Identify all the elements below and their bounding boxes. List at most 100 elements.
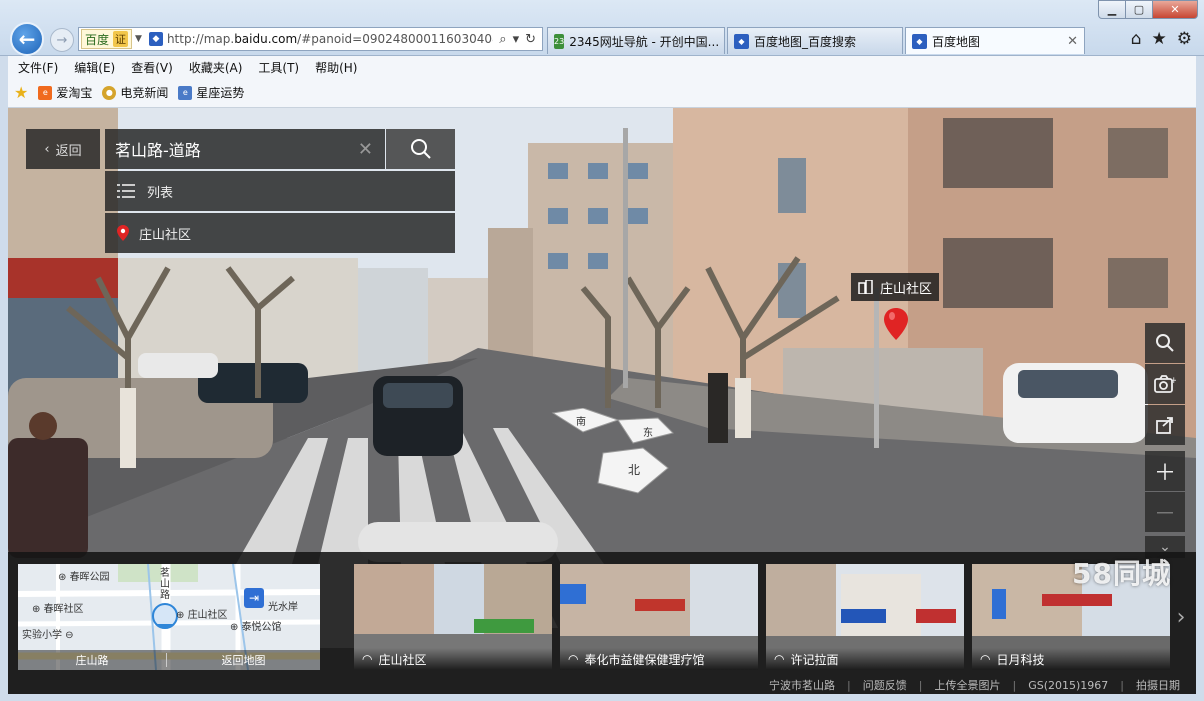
window-controls: ▁ ▢ ✕ [1098, 0, 1198, 20]
back-to-map-button[interactable]: 返回地图 [167, 652, 320, 668]
close-window-button[interactable]: ✕ [1152, 0, 1198, 19]
divider: | [1120, 678, 1124, 692]
zoom-in-button[interactable]: ＋ [1145, 451, 1185, 491]
minimap-label-community: ⊕ 春晖社区 [32, 604, 84, 615]
svg-text:+: + [1170, 376, 1176, 386]
panorama-icon: ◠ [362, 652, 373, 666]
baidu-paw-icon: ◆ [148, 32, 163, 46]
list-button[interactable]: 列表 [105, 171, 455, 211]
tab-label: 百度地图_百度搜索 [754, 34, 857, 49]
lion-icon: ● [102, 85, 117, 100]
url-text[interactable]: http://map.baidu.com/#panoid=09024800011… [167, 32, 493, 46]
menu-tools[interactable]: 工具(T) [258, 59, 299, 76]
maximize-button[interactable]: ▢ [1125, 0, 1153, 19]
search-button[interactable] [386, 129, 455, 169]
menu-favorites[interactable]: 收藏夹(A) [189, 59, 243, 76]
menu-edit[interactable]: 编辑(E) [74, 59, 115, 76]
menu-help[interactable]: 帮助(H) [315, 59, 357, 76]
minimap-label-guangshui: 光水岸 [268, 602, 298, 613]
thumbnail-caption-text: 日月科技 [996, 652, 1045, 667]
back-nav-button[interactable]: ← [10, 22, 44, 56]
minimap-label-zhuangshan: ⊕ 庄山社区 [176, 610, 228, 621]
list-label: 列表 [147, 185, 174, 201]
thumbnail-caption: ◠ 许记拉面 [766, 648, 964, 670]
feedback-link[interactable]: 问题反馈 [863, 677, 907, 693]
page-icon: e [38, 85, 53, 100]
fav-item-aitaobao[interactable]: e 爱淘宝 [38, 84, 92, 101]
chevron-down-icon[interactable]: ▾ [513, 32, 520, 47]
baidu-paw-icon: ◆ [734, 33, 749, 49]
chevron-down-icon[interactable]: ▼ [135, 34, 142, 44]
building-icon [858, 280, 873, 294]
close-tab-icon[interactable]: ✕ [1059, 34, 1078, 49]
zoom-search-button[interactable] [1145, 323, 1185, 363]
poi-label[interactable]: 庄山社区 [851, 273, 939, 301]
gear-icon[interactable]: ⚙ [1177, 29, 1192, 49]
menu-file[interactable]: 文件(F) [18, 59, 58, 76]
fav-item-esports[interactable]: ● 电竞新闻 [102, 84, 168, 101]
site-2345-icon: 23 [554, 33, 565, 49]
forward-nav-button[interactable]: → [50, 28, 74, 52]
fav-item-horoscope[interactable]: e 星座运势 [178, 84, 244, 101]
panorama-icon: ◠ [774, 652, 785, 666]
minimap-label-school: 实验小学 ⊖ [22, 630, 74, 641]
minimize-button[interactable]: ▁ [1098, 0, 1126, 19]
map-pin-icon [117, 225, 129, 241]
screenshot-button[interactable]: + [1145, 364, 1185, 404]
tab-label: 百度地图 [932, 34, 981, 49]
direction-arrows[interactable]: 南 东 北 [548, 408, 688, 498]
camera-icon: + [1154, 375, 1176, 393]
minus-icon: － [1153, 502, 1176, 527]
minimap-label-road: 茗山路 [160, 568, 170, 601]
favorites-star-icon[interactable]: ★ [14, 83, 28, 102]
license-number[interactable]: GS(2015)1967 [1028, 679, 1108, 692]
favorites-star-icon[interactable]: ★ [1152, 29, 1167, 49]
share-icon [1156, 417, 1173, 434]
next-thumbnails-button[interactable]: › [1170, 564, 1192, 670]
thumbnail-2[interactable]: ◠ 奉化市益健保健理疗馆 [560, 564, 758, 670]
page-icon: e [178, 85, 193, 100]
minimap-street-name: 庄山路 [75, 654, 109, 667]
arrow-label-north: 北 [628, 463, 640, 477]
poi-label-text: 庄山社区 [879, 281, 932, 297]
menu-bar: 文件(F) 编辑(E) 查看(V) 收藏夹(A) 工具(T) 帮助(H) [8, 56, 1196, 78]
minimap[interactable]: ⊛ 春晖公园 ⊕ 春晖社区 实验小学 ⊖ 茗山路 ⊕ 庄山社区 光水岸 ⊕ 泰悦… [18, 564, 320, 670]
badge-cert: 证 [113, 31, 129, 47]
thumbnail-caption-text: 庄山社区 [378, 652, 427, 667]
site-identity-badge[interactable]: 百度 证 [81, 29, 133, 49]
thumbnail-caption-text: 奉化市益健保健理疗馆 [584, 652, 705, 667]
menu-view[interactable]: 查看(V) [131, 59, 173, 76]
tab-strip: 23 2345网址导航 - 开创中国... ◆ 百度地图_百度搜索 ◆ 百度地图… [547, 27, 1087, 54]
tab-baidu-map[interactable]: ◆ 百度地图 ✕ [905, 27, 1085, 54]
thumbnail-caption: ◠ 庄山社区 [354, 648, 552, 670]
thumbnail-3[interactable]: ◠ 许记拉面 [766, 564, 964, 670]
browser-tools: ⌂ ★ ⚙ [1131, 29, 1192, 49]
tab-2345[interactable]: 23 2345网址导航 - 开创中国... [547, 27, 725, 54]
thumbnail-caption: ◠ 日月科技 [972, 648, 1170, 670]
share-button[interactable] [1145, 405, 1185, 445]
return-label: 返回 [55, 143, 82, 159]
search-input[interactable]: 茗山路-道路 ✕ [105, 129, 385, 169]
street-view-panorama[interactable]: 南 东 北 ‹ 返回 茗山路-道路 ✕ 列表 庄山社区 庄山社区 + ＋ － ⌄… [8, 108, 1196, 694]
refresh-icon[interactable]: ↻ [525, 32, 536, 47]
return-button[interactable]: ‹ 返回 [26, 129, 100, 169]
home-icon[interactable]: ⌂ [1131, 29, 1142, 49]
poi-pin-icon[interactable] [884, 308, 908, 340]
arrow-left-icon: ← [18, 27, 36, 51]
search-icon[interactable]: ⌕ [499, 32, 506, 47]
tab-baidu-search[interactable]: ◆ 百度地图_百度搜索 [727, 27, 903, 54]
list-icon [117, 184, 135, 198]
thumbnail-caption-text: 许记拉面 [790, 652, 839, 667]
thumbnail-1[interactable]: ◠ 庄山社区 [354, 564, 552, 670]
clear-icon[interactable]: ✕ [358, 139, 373, 160]
panorama-icon: ◠ [980, 652, 991, 666]
fav-label: 电竞新闻 [120, 86, 169, 100]
zoom-out-button[interactable]: － [1145, 492, 1185, 532]
panorama-icon: ◠ [568, 652, 579, 666]
address-bar[interactable]: 百度 证 ▼ ◆ http://map.baidu.com/#panoid=09… [78, 27, 543, 51]
arrow-right-icon: → [56, 32, 68, 48]
upload-panorama-link[interactable]: 上传全景图片 [934, 677, 1000, 693]
divider: | [1012, 678, 1017, 692]
arrow-label-south: 南 [576, 415, 586, 428]
location-result-item[interactable]: 庄山社区 [105, 213, 455, 253]
